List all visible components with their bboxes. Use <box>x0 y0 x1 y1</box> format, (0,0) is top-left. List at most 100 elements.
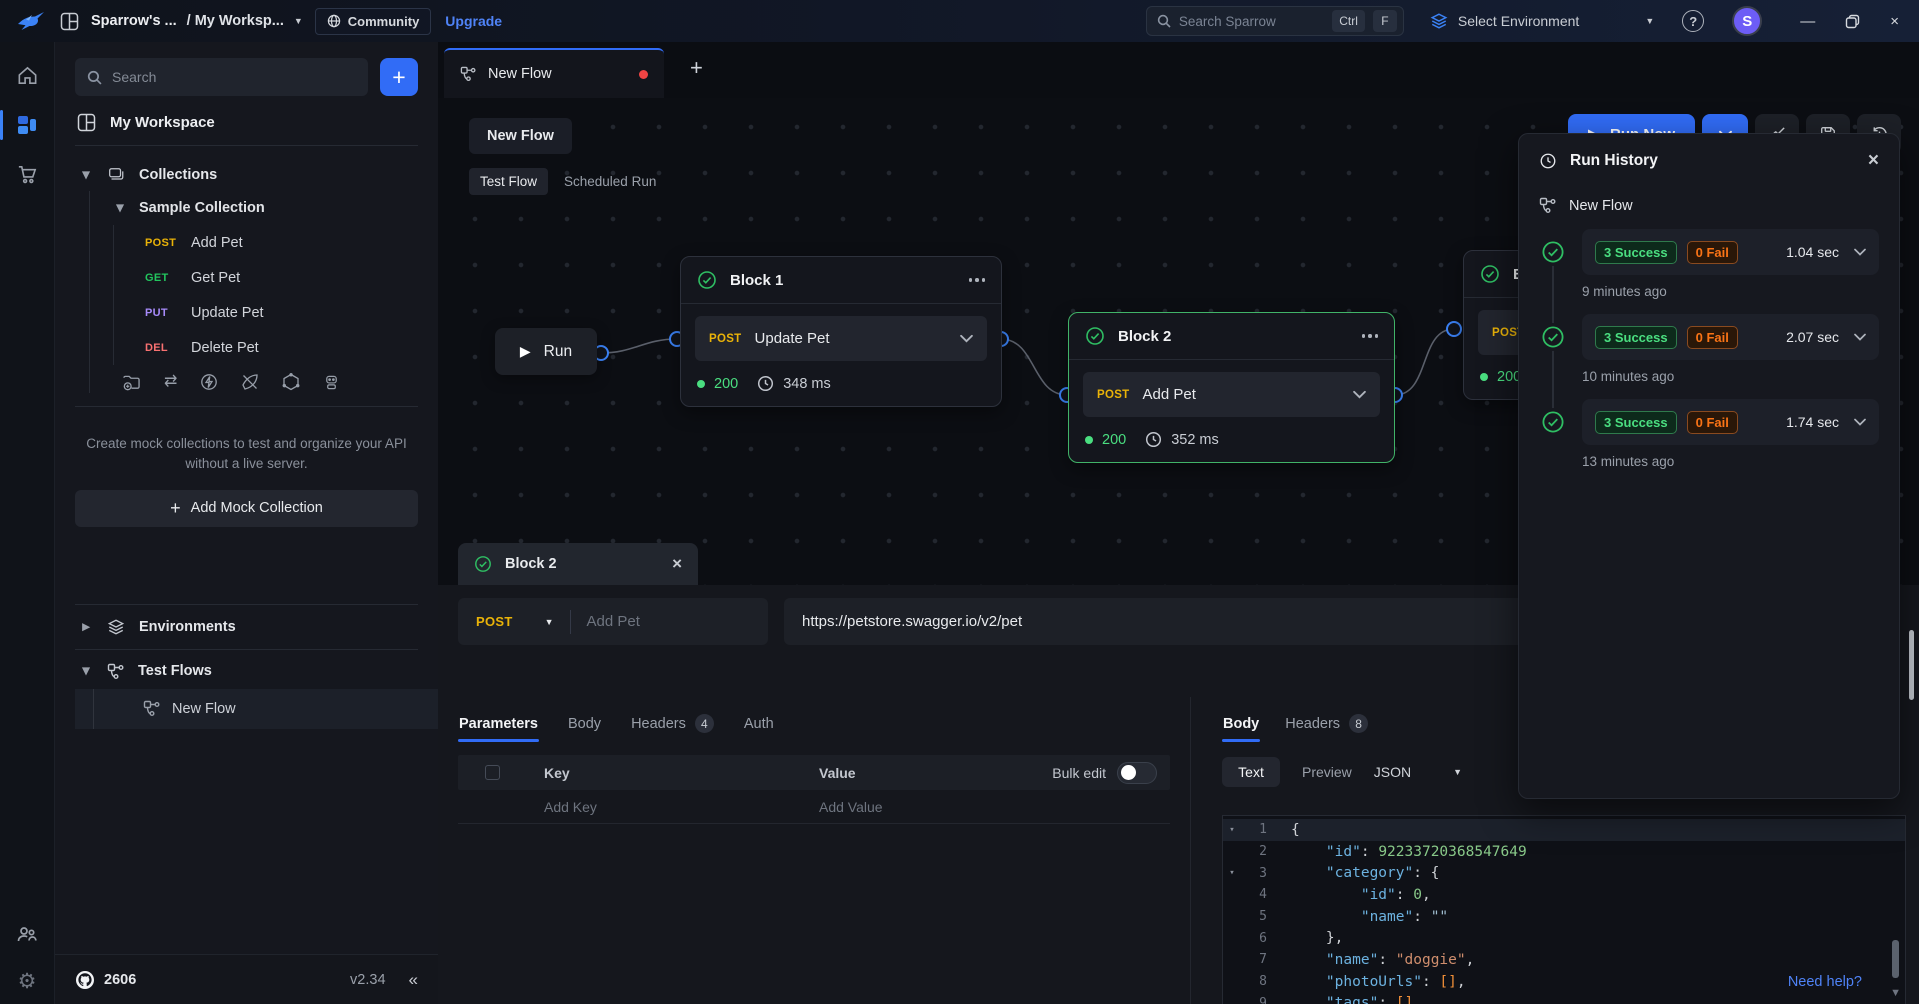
tab-auth[interactable]: Auth <box>743 705 775 742</box>
scroll-down-arrow-icon[interactable]: ▼ <box>1890 987 1901 999</box>
chevron-down-icon[interactable] <box>1854 248 1866 256</box>
check-circle-icon <box>1085 326 1105 346</box>
add-key-placeholder[interactable]: Add Key <box>544 799 819 815</box>
check-circle-icon <box>1539 323 1567 351</box>
close-icon[interactable]: × <box>1868 150 1879 172</box>
breadcrumb[interactable]: Sparrow's ... / My Worksp... ▼ <box>91 13 303 29</box>
chevron-down-icon[interactable] <box>1353 390 1366 399</box>
home-icon[interactable] <box>0 64 55 87</box>
sidebar-request-add-pet[interactable]: POST Add Pet <box>114 225 418 260</box>
tab-parameters[interactable]: Parameters <box>458 705 539 742</box>
tab-response-body[interactable]: Body <box>1222 705 1260 742</box>
tab-scheduled-run[interactable]: Scheduled Run <box>564 174 656 189</box>
check-circle-icon <box>1539 408 1567 436</box>
tab-test-flow[interactable]: Test Flow <box>469 168 548 195</box>
socket-icon[interactable] <box>200 373 218 391</box>
sidebar-search-input[interactable] <box>112 69 356 85</box>
need-help-link[interactable]: Need help? <box>1788 974 1862 990</box>
more-menu-icon[interactable] <box>1362 334 1379 338</box>
marketplace-cart-icon[interactable] <box>0 163 55 186</box>
chevron-down-icon[interactable]: ▼ <box>294 16 303 26</box>
chevron-right-icon[interactable]: ▸ <box>79 619 93 635</box>
check-circle-icon <box>1480 264 1500 284</box>
global-search-input[interactable] <box>1179 14 1324 29</box>
flow-run-node[interactable]: ▶ Run <box>495 328 597 375</box>
global-search[interactable]: Ctrl F <box>1146 6 1404 36</box>
code-line: 2 "id": 92233720368547649 <box>1223 841 1905 863</box>
help-icon[interactable]: ? <box>1682 10 1704 32</box>
graphql-icon[interactable] <box>282 373 300 391</box>
sidebar-request-update-pet[interactable]: PUT Update Pet <box>114 295 418 330</box>
run-history-entry[interactable]: 3 Success 0 Fail 2.07 sec <box>1539 314 1879 360</box>
sidebar-item-new-flow[interactable]: New Flow <box>75 689 438 729</box>
flow-block-1[interactable]: Block 1 POST Update Pet 200 348 ms <box>680 256 1002 407</box>
method-badge: POST <box>145 237 191 249</box>
more-menu-icon[interactable] <box>969 278 986 282</box>
sidebar-request-get-pet[interactable]: GET Get Pet <box>114 260 418 295</box>
block-request-select[interactable]: POST Update Pet <box>695 316 987 361</box>
close-icon[interactable]: × <box>672 554 682 574</box>
tab-new-flow[interactable]: New Flow <box>444 48 664 98</box>
chevron-down-icon[interactable]: ▾ <box>79 167 93 183</box>
settings-gear-icon[interactable]: ⚙ <box>0 969 55 994</box>
maximize-button[interactable] <box>1845 14 1860 29</box>
avatar[interactable]: S <box>1732 6 1762 36</box>
run-history-entry[interactable]: 3 Success 0 Fail 1.74 sec <box>1539 399 1879 445</box>
request-name: Add Pet <box>191 235 243 251</box>
community-people-icon[interactable] <box>0 923 55 947</box>
flow-block-2[interactable]: Block 2 POST Add Pet 200 352 ms <box>1068 312 1395 463</box>
sidebar-item-collections[interactable]: ▾ Collections <box>75 159 418 191</box>
view-mode-text[interactable]: Text <box>1222 757 1280 787</box>
socket-io-icon[interactable] <box>241 373 259 391</box>
request-name: Get Pet <box>191 270 240 286</box>
add-folder-icon[interactable] <box>122 374 141 391</box>
add-new-button[interactable]: + <box>380 58 418 96</box>
environment-selector[interactable]: Select Environment ▼ <box>1430 12 1654 30</box>
sync-arrows-icon[interactable]: ⇄ <box>164 374 177 390</box>
new-tab-button[interactable]: + <box>690 57 703 83</box>
flow-icon <box>143 700 160 717</box>
chevron-down-icon[interactable] <box>960 334 973 343</box>
clock-icon <box>757 375 774 392</box>
add-value-placeholder[interactable]: Add Value <box>819 799 883 815</box>
app-version: v2.34 <box>350 972 385 988</box>
parameter-row[interactable]: Add Key Add Value <box>458 790 1170 824</box>
check-circle-icon <box>1539 238 1567 266</box>
block-request-select[interactable]: POST Add Pet <box>1083 372 1380 417</box>
collapse-sidebar-icon[interactable]: « <box>409 970 418 990</box>
editor-scrollbar-thumb[interactable] <box>1892 940 1899 978</box>
upgrade-link[interactable]: Upgrade <box>445 13 502 29</box>
tab-headers[interactable]: Headers 4 <box>630 705 715 742</box>
workspace-header[interactable]: My Workspace <box>77 113 416 132</box>
flow-name-button[interactable]: New Flow <box>469 118 572 154</box>
panel-scrollbar-thumb[interactable] <box>1909 630 1914 700</box>
request-name-placeholder[interactable]: Add Pet <box>587 613 640 630</box>
chevron-down-icon[interactable]: ▾ <box>79 663 93 679</box>
inspector-tab-block-2[interactable]: Block 2 × <box>458 543 698 585</box>
select-all-checkbox[interactable] <box>485 765 500 780</box>
add-mock-collection-button[interactable]: + Add Mock Collection <box>75 490 418 527</box>
sidebar-request-delete-pet[interactable]: DEL Delete Pet <box>114 330 418 365</box>
bulk-edit-toggle[interactable] <box>1117 762 1157 784</box>
github-icon[interactable] <box>75 970 95 990</box>
chevron-down-icon[interactable] <box>1854 333 1866 341</box>
ai-bot-icon[interactable] <box>323 373 340 391</box>
community-button[interactable]: Community <box>315 8 432 35</box>
close-button[interactable]: × <box>1890 13 1899 30</box>
status-dot-icon <box>1480 373 1488 381</box>
tab-response-headers[interactable]: Headers 8 <box>1284 705 1369 742</box>
view-mode-preview[interactable]: Preview <box>1302 764 1352 780</box>
chevron-down-icon[interactable]: ▾ <box>113 200 127 216</box>
sidebar-search[interactable] <box>75 58 368 96</box>
chevron-down-icon[interactable] <box>1854 418 1866 426</box>
method-select[interactable]: POST ▼ Add Pet <box>458 598 768 645</box>
sidebar-item-test-flows[interactable]: ▾ Test Flows <box>75 656 418 687</box>
run-history-entry[interactable]: 3 Success 0 Fail 1.04 sec <box>1539 229 1879 275</box>
view-mode-json[interactable]: JSON ▼ <box>1374 764 1462 780</box>
minimize-button[interactable]: — <box>1800 13 1815 30</box>
sidebar-item-environments[interactable]: ▸ Environments <box>75 611 418 643</box>
chevron-down-icon[interactable]: ▼ <box>1645 16 1654 26</box>
workspace-grid-icon[interactable] <box>0 113 55 137</box>
tab-body[interactable]: Body <box>567 705 602 742</box>
sidebar-item-sample-collection[interactable]: ▾ Sample Collection <box>90 191 418 225</box>
